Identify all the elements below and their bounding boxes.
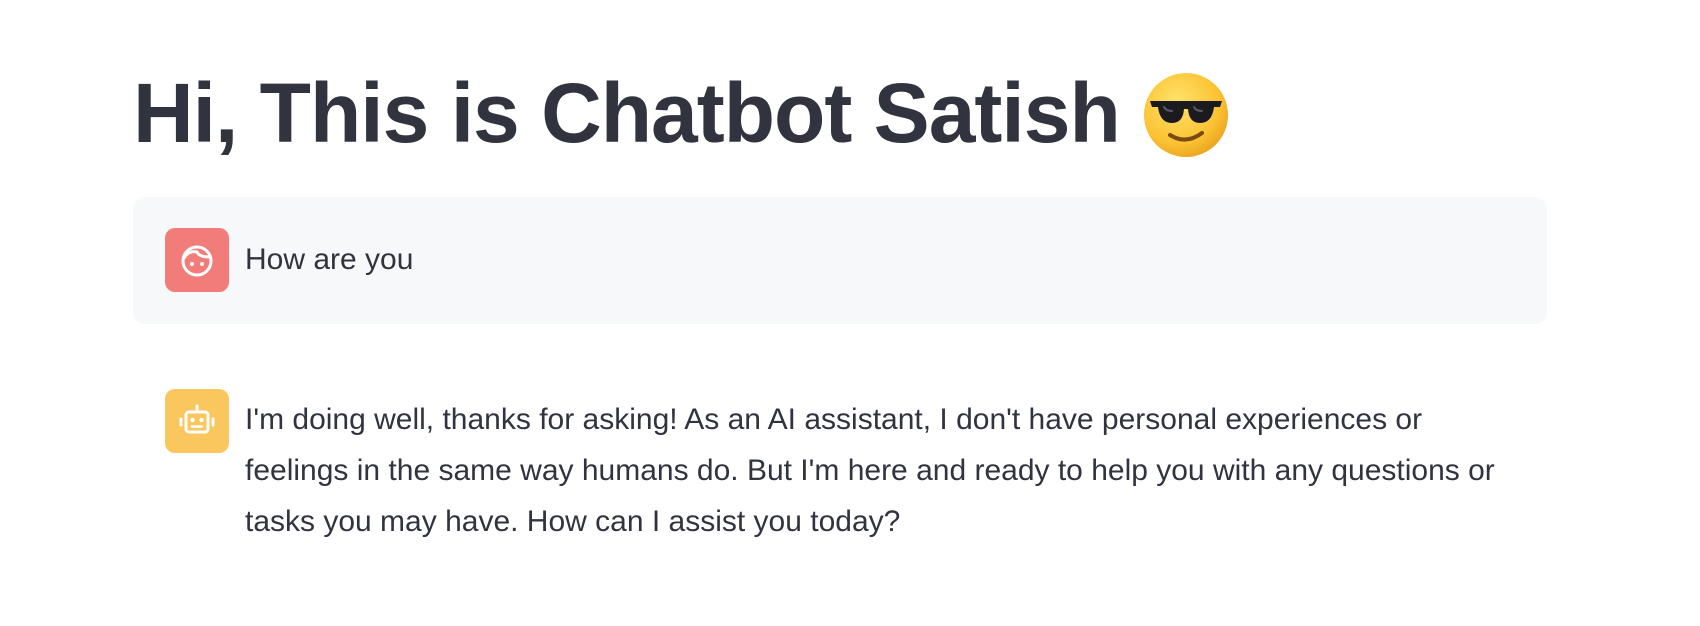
assistant-message-text: I'm doing well, thanks for asking! As an…: [245, 403, 1495, 538]
page-title-text: Hi, This is Chatbot Satish: [133, 65, 1121, 160]
chat-message-assistant: I'm doing well, thanks for asking! As an…: [133, 357, 1547, 557]
chat-message-user: How are you: [133, 197, 1547, 324]
sunglasses-emoji-icon: [1142, 71, 1230, 159]
robot-icon: [179, 404, 215, 434]
page-title: Hi, This is Chatbot Satish: [133, 58, 1230, 168]
user-face-icon: [181, 245, 213, 277]
user-avatar: [165, 228, 229, 292]
user-message-text: How are you: [245, 243, 414, 276]
assistant-avatar: [165, 389, 229, 453]
